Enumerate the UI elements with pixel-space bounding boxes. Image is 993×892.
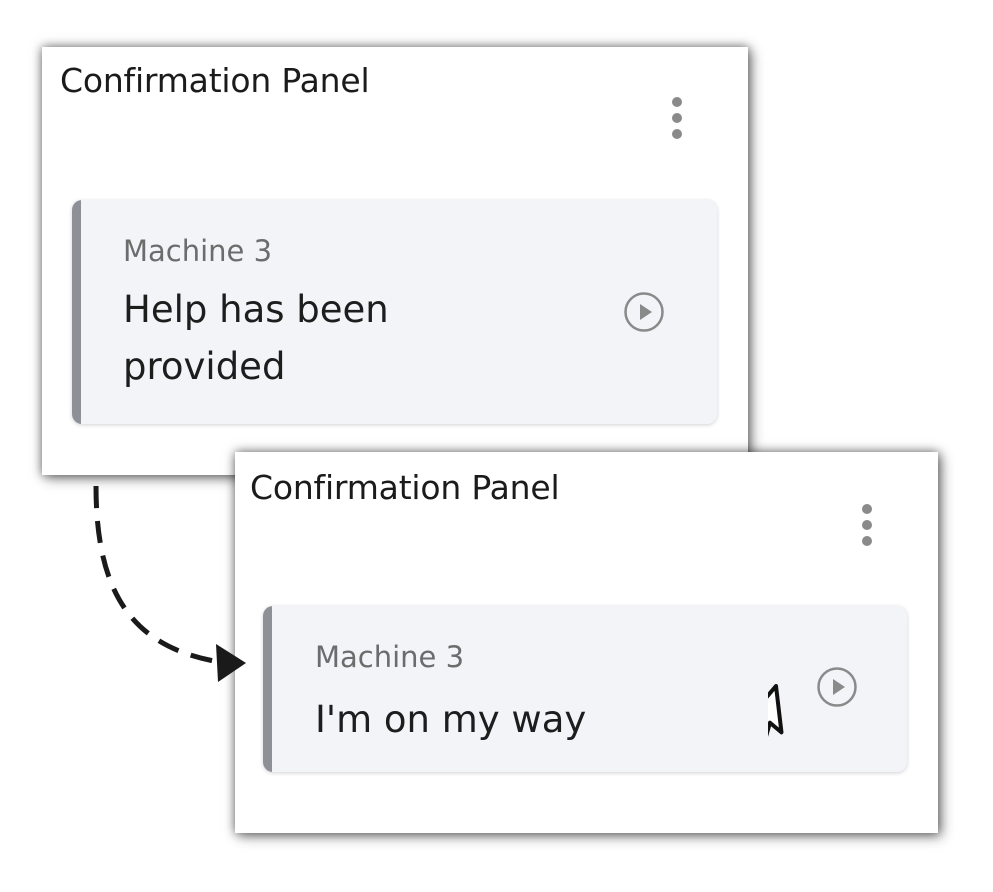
play-circle-icon[interactable] (623, 291, 665, 333)
confirmation-panel-before: Confirmation Panel Machine 3 Help has be… (42, 47, 748, 475)
card-accent-bar (72, 200, 81, 424)
confirmation-panel-after: Confirmation Panel Machine 3 I'm on my w… (235, 452, 938, 833)
card-machine-label: Machine 3 (123, 234, 273, 268)
panel-title: Confirmation Panel (60, 61, 370, 100)
card-accent-bar (263, 606, 272, 772)
card-message: Help has been provided (123, 288, 389, 388)
card-message: I'm on my way (315, 698, 587, 741)
confirmation-card[interactable]: Machine 3 Help has been provided (72, 200, 717, 424)
more-vertical-icon[interactable] (662, 91, 692, 147)
panel-title: Confirmation Panel (250, 468, 560, 507)
card-machine-label: Machine 3 (315, 640, 465, 674)
play-circle-icon[interactable] (816, 666, 858, 708)
confirmation-card[interactable]: Machine 3 I'm on my way (263, 606, 907, 772)
more-vertical-icon[interactable] (852, 498, 882, 554)
